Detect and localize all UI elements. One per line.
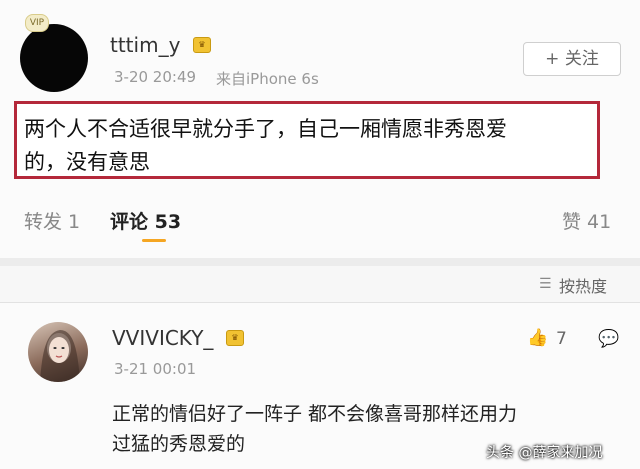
- post-text-line-2: 的，没有意思: [24, 150, 150, 174]
- section-gap: [0, 258, 640, 266]
- comments-tab[interactable]: 评论 53: [110, 207, 181, 234]
- comment-like-count: 7: [556, 329, 567, 349]
- comment-text-line-1: 正常的情侣好了一阵子 都不会像喜哥那样还用力: [112, 403, 518, 425]
- crown-icon: ♛: [193, 37, 211, 53]
- portrait-image: [40, 330, 80, 382]
- crown-icon: ♛: [226, 330, 244, 346]
- post-source: 来自iPhone 6s: [216, 70, 319, 88]
- comment-text-line-2: 过猛的秀恩爱的: [112, 433, 246, 455]
- sort-by-hot-button[interactable]: 按热度: [559, 273, 607, 297]
- repost-tab[interactable]: 转发 1: [24, 207, 80, 234]
- sort-icon[interactable]: ☰: [539, 276, 552, 292]
- commenter-username[interactable]: VVIVICKY_: [112, 326, 213, 350]
- comment-timestamp: 3-21 00:01: [114, 360, 197, 378]
- reply-icon[interactable]: 💬: [598, 329, 619, 349]
- active-tab-indicator: [142, 239, 166, 242]
- post-text-line-1: 两个人不合适很早就分手了，自己一厢情愿非秀恩爱: [24, 117, 507, 141]
- post-timestamp: 3-20 20:49: [114, 68, 197, 86]
- watermark: 头条 @薛家来加况: [486, 445, 603, 461]
- avatar[interactable]: [20, 24, 88, 92]
- commenter-avatar[interactable]: [28, 322, 88, 382]
- likes-tab[interactable]: 赞 41: [562, 207, 611, 234]
- thumbs-up-icon[interactable]: 👍: [527, 328, 548, 348]
- post-username[interactable]: tttim_y: [110, 33, 180, 57]
- follow-button[interactable]: + 关注: [523, 42, 621, 76]
- verified-badge-icon: VIP: [25, 14, 49, 32]
